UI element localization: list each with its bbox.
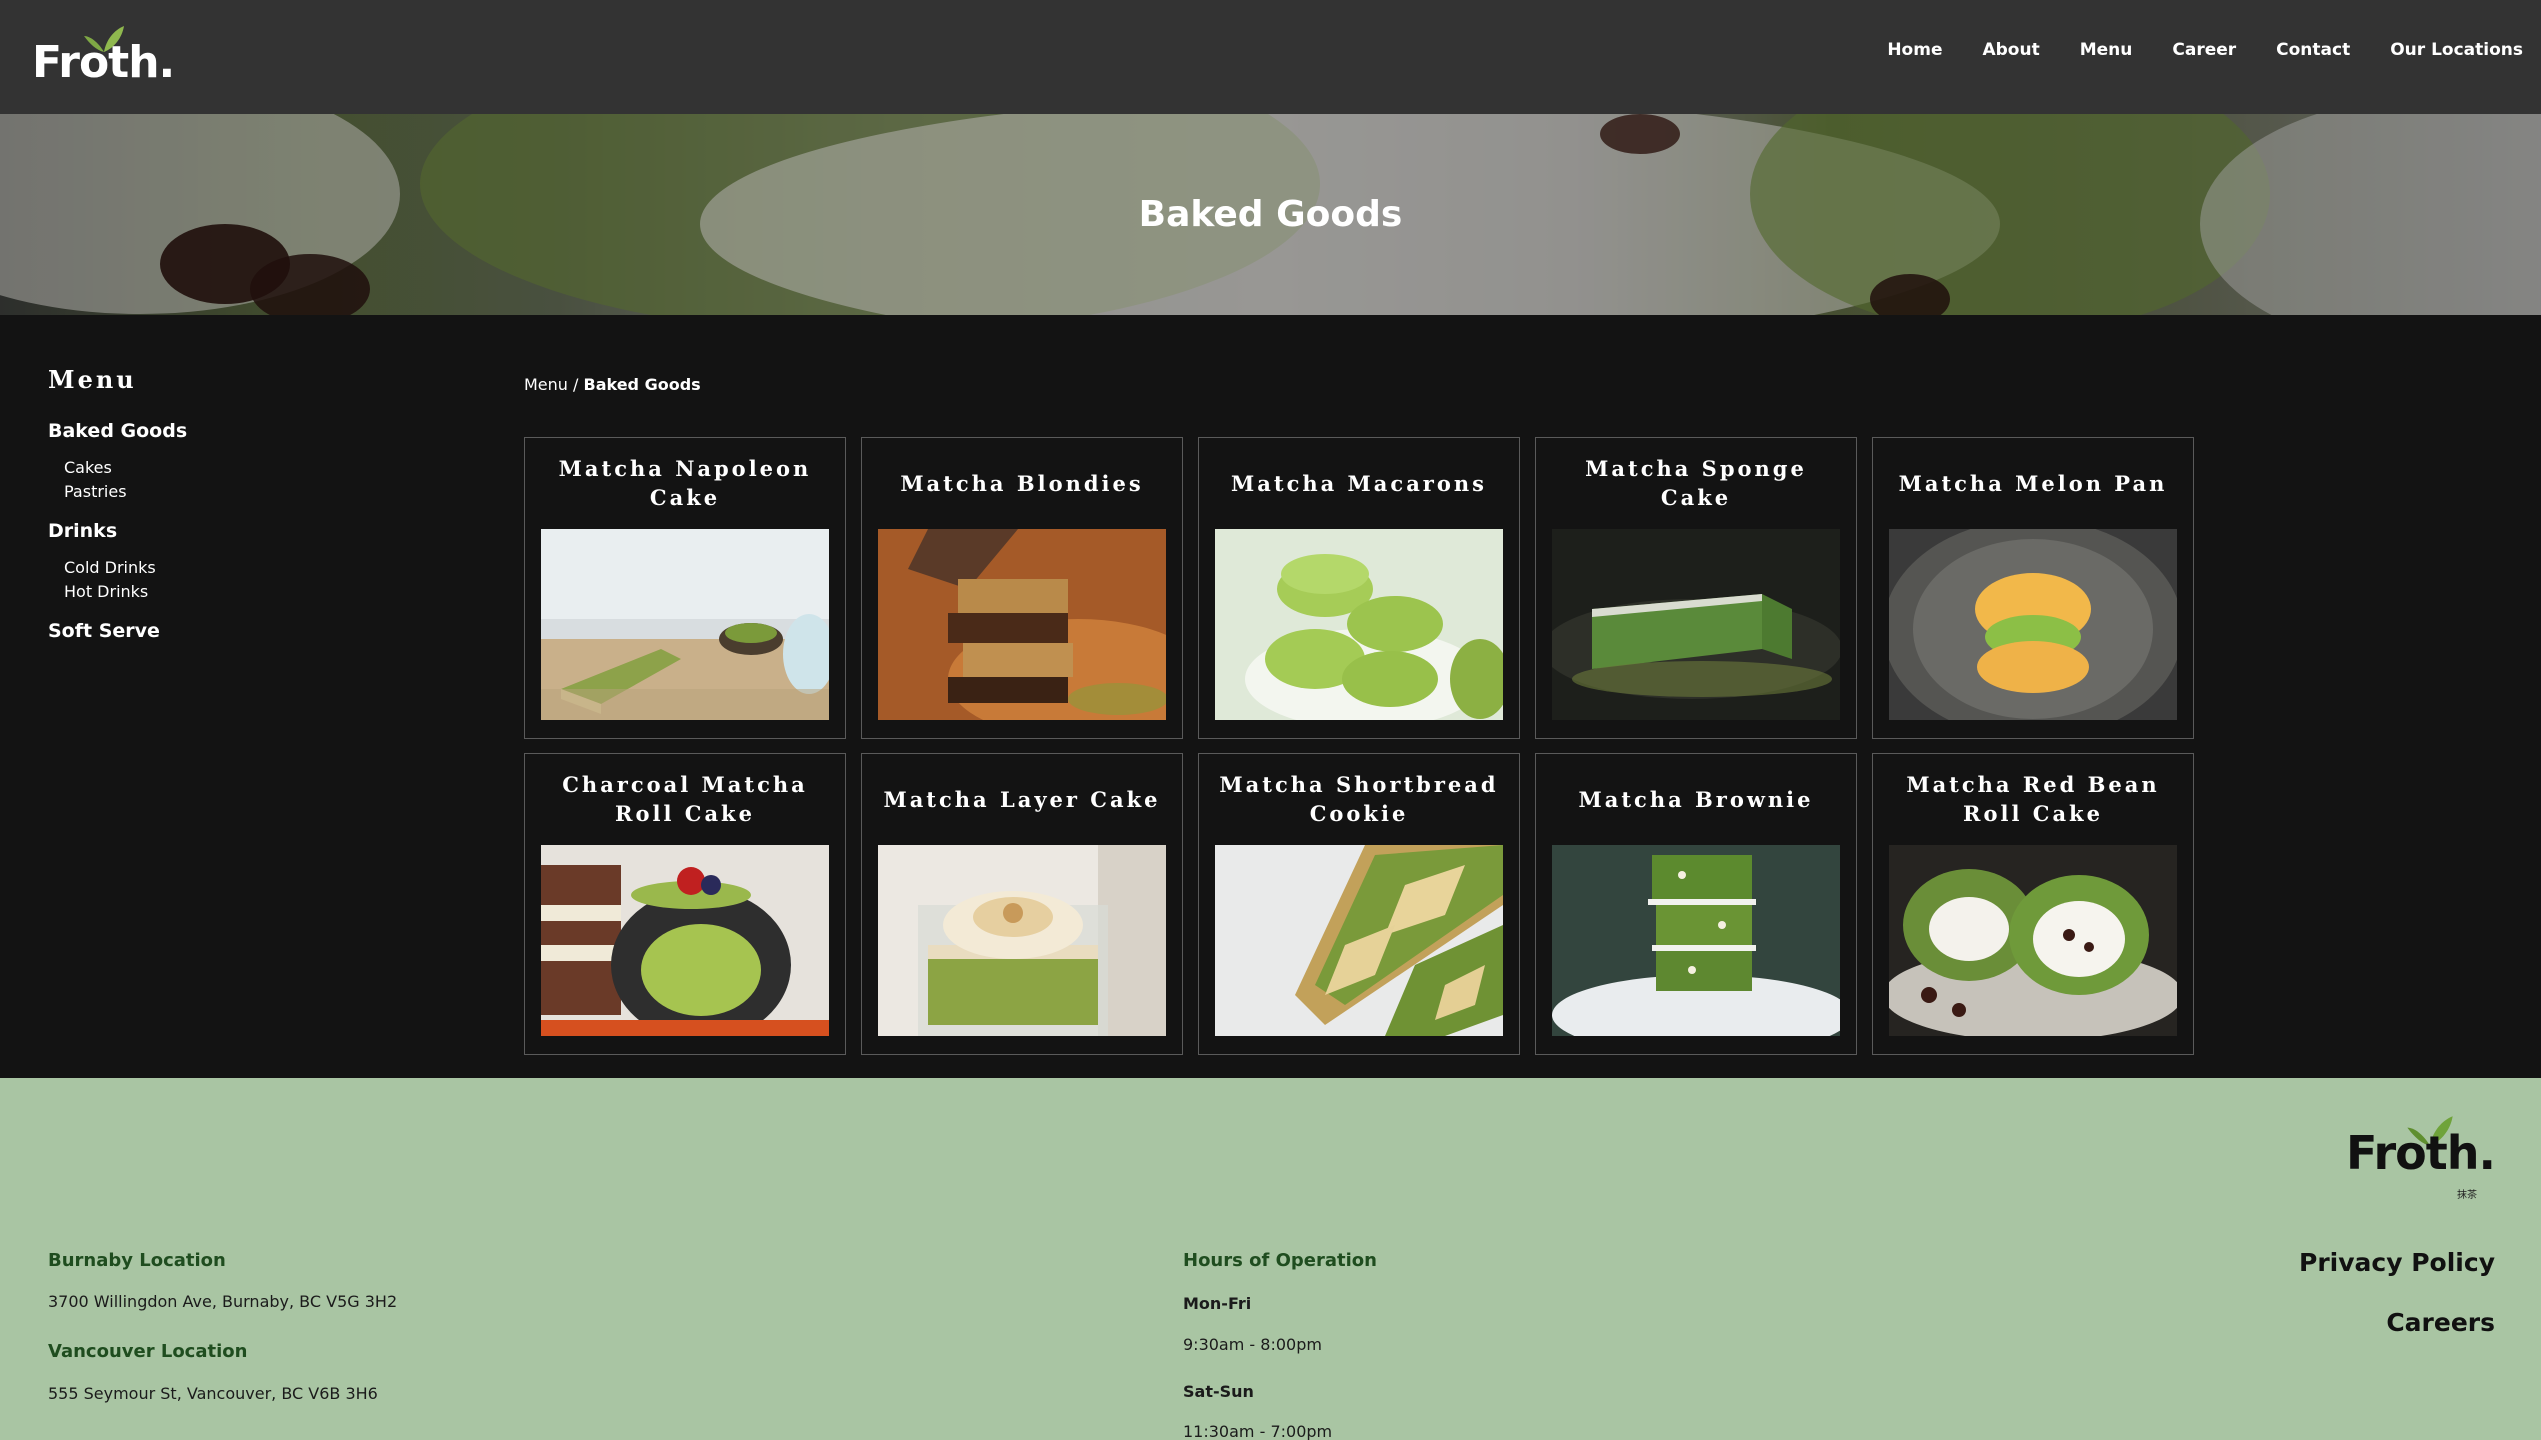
product-name: Matcha Sponge Cake bbox=[1585, 456, 1807, 510]
shortbread-cookie-image bbox=[1215, 845, 1503, 1036]
sidebar-item-cakes[interactable]: Cakes bbox=[64, 456, 348, 480]
page-title: Baked Goods bbox=[1138, 194, 1403, 235]
breadcrumb-current: Baked Goods bbox=[583, 375, 701, 394]
red-bean-roll-cake-image bbox=[1889, 845, 2177, 1036]
menu-sidebar: Menu Baked Goods Cakes Pastries Drinks C… bbox=[48, 365, 348, 658]
product-card[interactable]: Matcha Blondies bbox=[861, 437, 1183, 739]
sidebar-item-soft-serve[interactable]: Soft Serve bbox=[48, 620, 348, 642]
sidebar-group-soft-serve: Soft Serve bbox=[48, 620, 348, 642]
hours-time-weekend: 11:30am - 7:00pm bbox=[1183, 1422, 1333, 1440]
sidebar-item-cold-drinks[interactable]: Cold Drinks bbox=[64, 556, 348, 580]
footer-logo-subtitle: 抹茶 bbox=[2457, 1190, 2477, 1201]
product-card[interactable]: Matcha Brownie bbox=[1535, 753, 1857, 1055]
vancouver-address: 555 Seymour St, Vancouver, BC V6B 3H6 bbox=[48, 1384, 378, 1403]
napoleon-cake-image bbox=[541, 529, 829, 720]
product-card[interactable]: Matcha Melon Pan bbox=[1872, 437, 2194, 739]
breadcrumb-separator: / bbox=[567, 375, 584, 394]
nav-menu[interactable]: Menu bbox=[2080, 40, 2133, 60]
sidebar-item-baked-goods[interactable]: Baked Goods bbox=[48, 420, 348, 442]
hours-time-weekday: 9:30am - 8:00pm bbox=[1183, 1335, 1322, 1354]
product-name: Matcha Melon Pan bbox=[1898, 470, 2168, 496]
sponge-cake-image bbox=[1552, 529, 1840, 720]
product-card[interactable]: Charcoal Matcha Roll Cake bbox=[524, 753, 846, 1055]
nav-contact[interactable]: Contact bbox=[2276, 40, 2350, 60]
breadcrumb: Menu / Baked Goods bbox=[524, 375, 701, 394]
leaf-icon bbox=[84, 26, 124, 52]
sidebar-item-pastries[interactable]: Pastries bbox=[64, 480, 348, 504]
brownie-image bbox=[1552, 845, 1840, 1036]
blondies-image bbox=[878, 529, 1166, 720]
hero-banner: Baked Goods bbox=[0, 114, 2541, 315]
nav-about[interactable]: About bbox=[1982, 40, 2039, 60]
main-nav: Home About Menu Career Contact Our Locat… bbox=[1887, 40, 2523, 60]
product-card[interactable]: Matcha Napoleon Cake bbox=[524, 437, 846, 739]
breadcrumb-menu-link[interactable]: Menu bbox=[524, 375, 568, 394]
careers-link[interactable]: Careers bbox=[2386, 1308, 2495, 1337]
site-footer: Burnaby Location 3700 Willingdon Ave, Bu… bbox=[0, 1078, 2541, 1440]
main-content: Menu Baked Goods Cakes Pastries Drinks C… bbox=[0, 315, 2541, 1078]
product-card[interactable]: Matcha Sponge Cake bbox=[1535, 437, 1857, 739]
sidebar-group-baked-goods: Baked Goods Cakes Pastries bbox=[48, 420, 348, 504]
hours-days-weekday: Mon-Fri bbox=[1183, 1294, 1252, 1313]
product-card[interactable]: Matcha Macarons bbox=[1198, 437, 1520, 739]
nav-home[interactable]: Home bbox=[1887, 40, 1942, 60]
burnaby-address: 3700 Willingdon Ave, Burnaby, BC V5G 3H2 bbox=[48, 1292, 398, 1311]
product-name: Matcha Layer Cake bbox=[883, 786, 1161, 812]
macarons-image bbox=[1215, 529, 1503, 720]
sidebar-title: Menu bbox=[48, 365, 137, 394]
sidebar-item-hot-drinks[interactable]: Hot Drinks bbox=[64, 580, 348, 604]
product-name: Matcha Blondies bbox=[900, 470, 1144, 496]
product-card[interactable]: Matcha Red Bean Roll Cake bbox=[1872, 753, 2194, 1055]
footer-logo[interactable]: Froth. 抹茶 bbox=[2335, 1116, 2496, 1201]
product-card[interactable]: Matcha Layer Cake bbox=[861, 753, 1183, 1055]
hours-days-weekend: Sat-Sun bbox=[1183, 1382, 1254, 1401]
sidebar-group-drinks: Drinks Cold Drinks Hot Drinks bbox=[48, 520, 348, 604]
nav-our-locations[interactable]: Our Locations bbox=[2390, 40, 2523, 60]
product-name: Matcha Shortbread Cookie bbox=[1219, 772, 1499, 826]
logo[interactable]: Froth. bbox=[32, 26, 175, 96]
product-name: Charcoal Matcha Roll Cake bbox=[562, 772, 808, 826]
melon-pan-image bbox=[1889, 529, 2177, 720]
layer-cake-image bbox=[878, 845, 1166, 1036]
sidebar-item-drinks[interactable]: Drinks bbox=[48, 520, 348, 542]
product-card[interactable]: Matcha Shortbread Cookie bbox=[1198, 753, 1520, 1055]
product-name: Matcha Macarons bbox=[1231, 470, 1487, 496]
burnaby-location-heading: Burnaby Location bbox=[48, 1250, 226, 1271]
nav-career[interactable]: Career bbox=[2172, 40, 2236, 60]
privacy-policy-link[interactable]: Privacy Policy bbox=[2299, 1248, 2495, 1277]
product-name: Matcha Red Bean Roll Cake bbox=[1906, 772, 2160, 826]
product-grid: Matcha Napoleon Cake Matcha Blondies Mat… bbox=[524, 437, 2194, 1055]
charcoal-roll-cake-image bbox=[541, 845, 829, 1036]
product-name: Matcha Napoleon Cake bbox=[558, 456, 812, 510]
vancouver-location-heading: Vancouver Location bbox=[48, 1341, 248, 1362]
site-header: Froth. Home About Menu Career Contact Ou… bbox=[0, 0, 2541, 114]
hours-heading: Hours of Operation bbox=[1183, 1250, 1377, 1271]
product-name: Matcha Brownie bbox=[1578, 786, 1814, 812]
footer-logo-text: Froth. bbox=[2346, 1126, 2496, 1180]
